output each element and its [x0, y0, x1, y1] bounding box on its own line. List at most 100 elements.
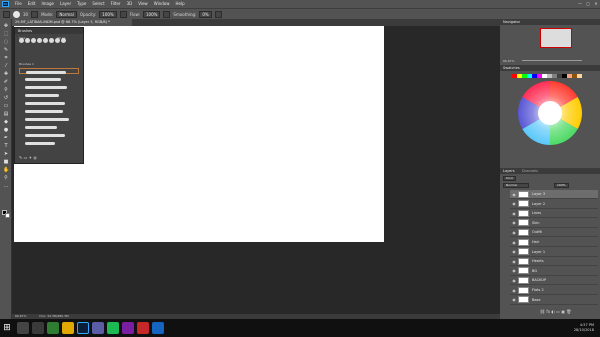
layer-row[interactable]: ◉ Hearts	[510, 257, 598, 267]
swatch[interactable]	[532, 74, 537, 78]
swatch[interactable]	[517, 74, 522, 78]
brush-item[interactable]	[19, 116, 79, 122]
marquee-tool-icon[interactable]: ⬚	[3, 31, 9, 37]
brush-item[interactable]	[19, 140, 79, 146]
swatch[interactable]	[542, 74, 547, 78]
channels-tab[interactable]: Channels	[522, 169, 538, 173]
swatch[interactable]	[557, 74, 562, 78]
brush-item[interactable]	[19, 92, 79, 98]
navigator-zoom[interactable]: 66.67%	[503, 59, 514, 63]
visibility-eye-icon[interactable]: ◉	[510, 288, 518, 293]
swatch[interactable]	[567, 74, 572, 78]
layer-blend-mode[interactable]: Normal	[503, 183, 529, 188]
layers-tab[interactable]: Layers	[503, 169, 515, 173]
path-select-tool-icon[interactable]: ➤	[3, 151, 9, 157]
mode-select[interactable]: Normal	[56, 10, 77, 18]
brush-preview-icon[interactable]	[13, 10, 20, 18]
visibility-eye-icon[interactable]: ◉	[510, 192, 518, 197]
brush-tool-preset-icon[interactable]	[3, 10, 10, 18]
layer-row[interactable]: ◉ Skin	[510, 218, 598, 228]
maximize-button[interactable]: ▢	[584, 0, 592, 8]
history-brush-tool-icon[interactable]: ↺	[3, 95, 9, 101]
background-color-swatch[interactable]	[5, 213, 10, 218]
windows-start-icon[interactable]: ⊞	[0, 319, 14, 337]
layer-row[interactable]: ◉ Outfit	[510, 228, 598, 238]
opacity-field[interactable]: 100%	[99, 10, 117, 18]
brush-item[interactable]	[19, 84, 79, 90]
task-view-icon[interactable]	[32, 322, 44, 334]
brush-item[interactable]	[19, 132, 79, 138]
brush-tip[interactable]	[31, 38, 36, 43]
brush-tip[interactable]	[61, 38, 66, 43]
pen-tool-icon[interactable]: ✒	[3, 135, 9, 141]
visibility-eye-icon[interactable]: ◉	[510, 230, 518, 235]
menu-window[interactable]: Window	[151, 0, 173, 8]
app-icon[interactable]	[152, 322, 164, 334]
dodge-tool-icon[interactable]: ●	[3, 127, 9, 133]
layer-row[interactable]: ◉ Base	[510, 295, 598, 305]
airbrush-icon[interactable]	[163, 10, 171, 18]
clone-stamp-tool-icon[interactable]: ⚲	[3, 87, 9, 93]
brush-tip[interactable]	[19, 38, 24, 43]
healing-tool-icon[interactable]: ✚	[3, 71, 9, 77]
eyedropper-tool-icon[interactable]: ⁄	[3, 63, 9, 69]
brush-tip[interactable]	[49, 38, 54, 43]
system-tray-clock[interactable]: 4:57 PM 28/10/2018	[574, 323, 600, 333]
menu-3d[interactable]: 3D	[124, 0, 136, 8]
smoothing-field[interactable]: 0%	[199, 10, 212, 18]
visibility-eye-icon[interactable]: ◉	[510, 249, 518, 254]
chrome-icon[interactable]	[47, 322, 59, 334]
smoothing-options-icon[interactable]	[214, 10, 222, 18]
swatch[interactable]	[572, 74, 577, 78]
hand-tool-icon[interactable]: ✋	[3, 167, 9, 173]
layer-row[interactable]: ◉ Layer 3	[510, 190, 598, 199]
search-icon[interactable]	[17, 322, 29, 334]
menu-image[interactable]: Image	[38, 0, 57, 8]
brush-item[interactable]	[19, 124, 79, 130]
discord-icon[interactable]	[92, 322, 104, 334]
swatch[interactable]	[547, 74, 552, 78]
spotify-icon[interactable]	[107, 322, 119, 334]
visibility-eye-icon[interactable]: ◉	[510, 220, 518, 225]
menu-filter[interactable]: Filter	[108, 0, 124, 8]
status-zoom[interactable]: 66.67%	[15, 314, 26, 318]
swatch[interactable]	[522, 74, 527, 78]
file-explorer-icon[interactable]	[62, 322, 74, 334]
layer-row[interactable]: ◉ Hair	[510, 238, 598, 247]
quick-select-tool-icon[interactable]: ✎	[3, 47, 9, 53]
layer-row[interactable]: ◉ Layer 2	[510, 199, 598, 209]
swatch[interactable]	[512, 74, 517, 78]
layers-footer-icons[interactable]: ⛓ fx ◐ ▭ ▣ 🗑	[540, 309, 571, 314]
brush-tip[interactable]	[55, 38, 60, 43]
menu-edit[interactable]: Edit	[25, 0, 39, 8]
menu-type[interactable]: Type	[74, 0, 89, 8]
layer-row[interactable]: ◉ Lines	[510, 209, 598, 219]
layer-row[interactable]: ◉ Flats 2	[510, 286, 598, 295]
app-icon[interactable]	[122, 322, 134, 334]
brush-tip[interactable]	[25, 38, 30, 43]
layer-row[interactable]: ◉ BACKUP	[510, 276, 598, 286]
brush-folder-label[interactable]: Brushes 1	[19, 62, 34, 66]
crop-tool-icon[interactable]: ⌗	[3, 55, 9, 61]
navigator-zoom-slider[interactable]	[522, 60, 582, 61]
lasso-tool-icon[interactable]: ◌	[3, 39, 9, 45]
type-tool-icon[interactable]: T	[3, 143, 9, 149]
shape-tool-icon[interactable]: ■	[3, 159, 9, 165]
brush-item[interactable]	[19, 108, 79, 114]
photoshop-taskbar-icon[interactable]	[77, 322, 89, 334]
visibility-eye-icon[interactable]: ◉	[510, 268, 518, 273]
brush-tool-icon[interactable]: ✐	[3, 79, 9, 85]
brush-settings-icon[interactable]	[31, 10, 39, 18]
close-button[interactable]: ✕	[592, 0, 600, 8]
blur-tool-icon[interactable]: ◆	[3, 119, 9, 125]
gradient-tool-icon[interactable]: ▤	[3, 111, 9, 117]
layer-row[interactable]: ◉ BG	[510, 266, 598, 276]
visibility-eye-icon[interactable]: ◉	[510, 201, 518, 206]
layer-kind-filter[interactable]: Kind	[503, 176, 516, 181]
brush-tip[interactable]	[43, 38, 48, 43]
swatch[interactable]	[552, 74, 557, 78]
color-wheel[interactable]	[518, 81, 582, 145]
eraser-tool-icon[interactable]: ▭	[3, 103, 9, 109]
document-tab[interactable]: 29-MF_LATINAS-INDM.psd @ 66.7% (Layer 3,…	[12, 19, 132, 26]
menu-file[interactable]: File	[12, 0, 25, 8]
